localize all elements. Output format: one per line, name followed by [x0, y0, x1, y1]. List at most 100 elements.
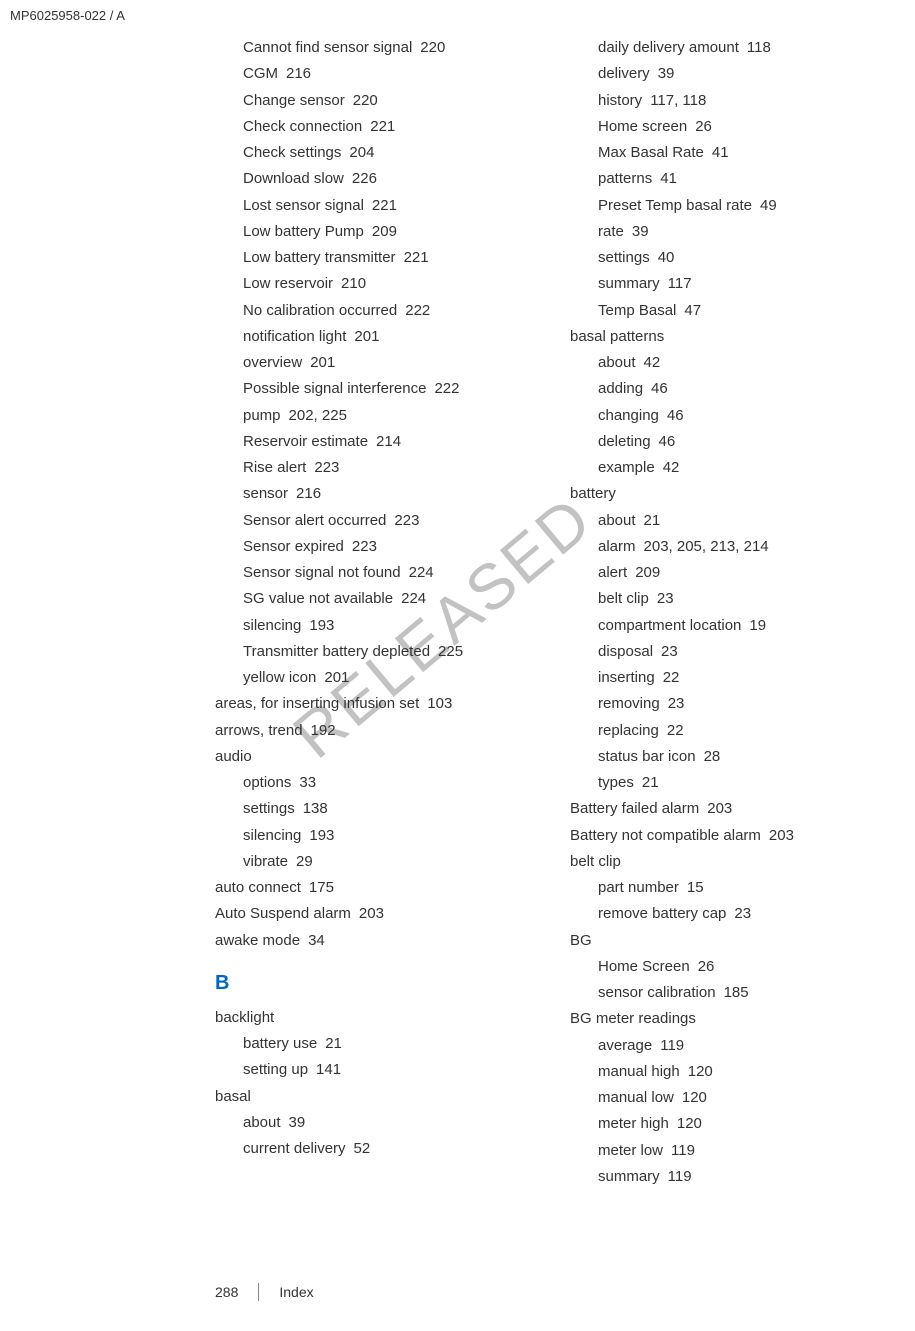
index-entry: Rise alert223 [215, 455, 530, 481]
index-content: Cannot find sensor signal220CGM216Change… [215, 35, 885, 1190]
index-pages: 201 [324, 669, 349, 686]
index-term: about [598, 512, 636, 529]
index-entry: part number15 [570, 875, 885, 901]
index-entry: settings138 [215, 796, 530, 822]
index-entry: Home Screen26 [570, 954, 885, 980]
section-letter: B [215, 972, 530, 995]
index-pages: 41 [712, 144, 729, 161]
index-pages: 192 [311, 722, 336, 739]
index-entry: meter high120 [570, 1111, 885, 1137]
index-term: alert [598, 564, 627, 581]
index-pages: 221 [370, 118, 395, 135]
index-term: BG [570, 932, 592, 949]
index-entry: battery [570, 481, 885, 507]
index-pages: 209 [372, 223, 397, 240]
index-pages: 33 [299, 774, 316, 791]
index-entry: Sensor signal not found224 [215, 560, 530, 586]
index-entry: about42 [570, 350, 885, 376]
index-term: patterns [598, 170, 652, 187]
index-pages: 225 [438, 643, 463, 660]
index-entry: Download slow226 [215, 166, 530, 192]
index-entry: Lost sensor signal221 [215, 193, 530, 219]
index-pages: 22 [663, 669, 680, 686]
index-entry: Transmitter battery depleted225 [215, 639, 530, 665]
index-pages: 42 [663, 459, 680, 476]
index-term: Sensor alert occurred [243, 512, 386, 529]
index-pages: 21 [644, 512, 661, 529]
index-entry: Check connection221 [215, 114, 530, 140]
index-pages: 29 [296, 853, 313, 870]
index-entry: history117, 118 [570, 88, 885, 114]
index-entry: battery use21 [215, 1031, 530, 1057]
index-entry: SG value not available224 [215, 586, 530, 612]
index-pages: 201 [310, 354, 335, 371]
index-term: current delivery [243, 1140, 346, 1157]
index-term: CGM [243, 65, 278, 82]
index-term: Cannot find sensor signal [243, 39, 412, 56]
index-term: Possible signal interference [243, 380, 426, 397]
index-pages: 117 [668, 275, 692, 292]
index-term: Low battery Pump [243, 223, 364, 240]
index-entry: sensor216 [215, 481, 530, 507]
index-entry: Cannot find sensor signal220 [215, 35, 530, 61]
index-term: part number [598, 879, 679, 896]
index-pages: 193 [309, 617, 334, 634]
index-term: audio [215, 748, 252, 765]
index-term: example [598, 459, 655, 476]
page-footer: 288 Index [215, 1283, 314, 1301]
index-entry: No calibration occurred222 [215, 298, 530, 324]
index-entry: Sensor expired223 [215, 534, 530, 560]
index-term: Change sensor [243, 92, 345, 109]
index-term: Max Basal Rate [598, 144, 704, 161]
index-column-left: Cannot find sensor signal220CGM216Change… [215, 35, 530, 1190]
index-pages: 203, 205, 213, 214 [644, 538, 769, 555]
index-column-right: daily delivery amount118delivery39histor… [570, 35, 885, 1190]
index-pages: 226 [352, 170, 377, 187]
index-entry: about 21 [570, 508, 885, 534]
index-term: basal [215, 1088, 251, 1105]
index-entry: Low battery Pump 209 [215, 219, 530, 245]
index-entry: Battery not compatible alarm203 [570, 823, 885, 849]
footer-section: Index [279, 1284, 313, 1300]
index-term: daily delivery amount [598, 39, 739, 56]
index-term: summary [598, 1168, 660, 1185]
index-term: Check settings [243, 144, 341, 161]
index-entry: patterns41 [570, 166, 885, 192]
index-entry: sensor calibration185 [570, 980, 885, 1006]
index-pages: 46 [667, 407, 684, 424]
index-term: Home screen [598, 118, 687, 135]
index-entry: removing23 [570, 691, 885, 717]
index-term: adding [598, 380, 643, 397]
index-pages: 28 [704, 748, 721, 765]
index-term: silencing [243, 827, 301, 844]
index-pages: 214 [376, 433, 401, 450]
index-pages: 203 [707, 800, 732, 817]
index-pages: 204 [349, 144, 374, 161]
index-entry: inserting22 [570, 665, 885, 691]
index-term: about [598, 354, 636, 371]
index-entry: status bar icon28 [570, 744, 885, 770]
index-pages: 222 [405, 302, 430, 319]
index-entry: alarm203, 205, 213, 214 [570, 534, 885, 560]
index-pages: 119 [660, 1037, 684, 1054]
index-term: arrows, trend [215, 722, 303, 739]
index-entry: Low reservoir210 [215, 271, 530, 297]
index-pages: 202, 225 [289, 407, 347, 424]
index-term: Home Screen [598, 958, 690, 975]
index-pages: 120 [682, 1089, 707, 1106]
index-entry: CGM216 [215, 61, 530, 87]
index-pages: 119 [671, 1142, 695, 1159]
index-term: auto connect [215, 879, 301, 896]
index-pages: 210 [341, 275, 366, 292]
index-pages: 216 [296, 485, 321, 502]
index-term: Rise alert [243, 459, 306, 476]
index-term: manual low [598, 1089, 674, 1106]
index-term: delivery [598, 65, 650, 82]
index-entry: overview201 [215, 350, 530, 376]
index-entry: Low battery transmitter221 [215, 245, 530, 271]
index-term: removing [598, 695, 660, 712]
index-term: options [243, 774, 291, 791]
index-pages: 117, 118 [650, 92, 706, 109]
index-entry: backlight [215, 1005, 530, 1031]
index-term: basal patterns [570, 328, 664, 345]
